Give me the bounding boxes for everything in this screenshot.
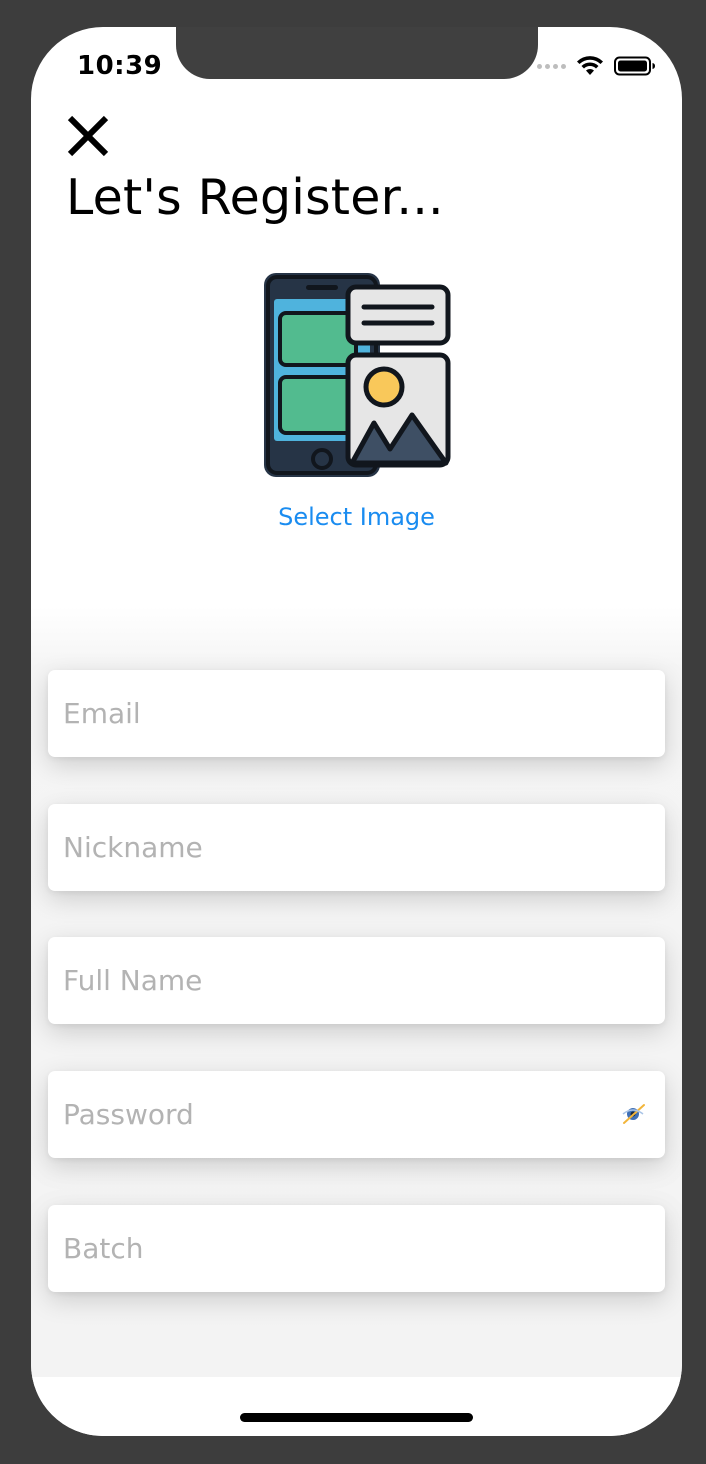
status-time: 10:39 bbox=[77, 51, 163, 81]
device-notch bbox=[176, 27, 538, 79]
nickname-field[interactable] bbox=[63, 831, 603, 864]
battery-icon bbox=[614, 56, 655, 76]
email-field-container[interactable] bbox=[48, 670, 665, 757]
phone-image-icon[interactable] bbox=[260, 269, 454, 481]
page-title: Let's Register... bbox=[66, 169, 444, 226]
password-field[interactable] bbox=[63, 1098, 603, 1131]
device-frame: 10:39 Let's Register... Select Image Ema… bbox=[0, 0, 706, 1464]
app-screen: 10:39 Let's Register... Select Image Ema… bbox=[31, 27, 682, 1436]
batch-field[interactable] bbox=[63, 1232, 603, 1265]
close-icon[interactable] bbox=[65, 113, 111, 159]
signal-dots-icon bbox=[537, 63, 566, 69]
select-image-link[interactable]: Select Image bbox=[31, 503, 682, 531]
bottom-safe-area bbox=[31, 1377, 682, 1436]
nickname-field-container[interactable] bbox=[48, 804, 665, 891]
status-icons bbox=[537, 55, 656, 77]
wifi-icon bbox=[577, 56, 603, 75]
email-field[interactable] bbox=[63, 697, 603, 730]
batch-field-container[interactable] bbox=[48, 1205, 665, 1292]
home-indicator[interactable] bbox=[240, 1413, 473, 1422]
password-field-container[interactable] bbox=[48, 1071, 665, 1158]
full-name-field[interactable] bbox=[63, 964, 603, 997]
eye-hidden-icon[interactable] bbox=[621, 1101, 647, 1127]
full-name-field-container[interactable] bbox=[48, 937, 665, 1024]
